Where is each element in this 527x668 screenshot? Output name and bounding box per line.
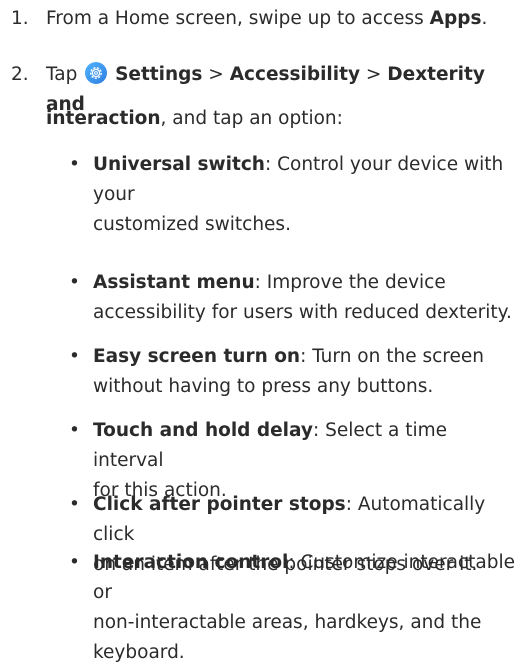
bullet-icon: • (69, 154, 80, 175)
option-text: Universal switch: Control your device wi… (93, 150, 523, 240)
instructions-page: 1. From a Home screen, swipe up to acces… (0, 0, 527, 663)
bullet-icon: • (69, 420, 80, 441)
interaction-label: interaction (46, 108, 161, 129)
bullet-icon: • (69, 552, 80, 573)
apps-label: Apps (429, 8, 482, 29)
option-desc: : Improve the device (254, 272, 446, 293)
option-text: Assistant menu: Improve the device access… (93, 268, 523, 328)
option-desc: customized switches. (93, 214, 291, 235)
option-title: Universal switch (93, 154, 265, 175)
option-title: Touch and hold delay (93, 420, 313, 441)
option-desc: : Turn on the screen (300, 346, 484, 367)
accessibility-label: Accessibility (229, 64, 361, 85)
option-title: Interaction control (93, 552, 289, 573)
option-text: Easy screen turn on: Turn on the screen w… (93, 342, 523, 402)
option-desc: accessibility for users with reduced dex… (93, 302, 512, 323)
option-desc: keyboard. (93, 642, 185, 663)
step-2-tail: , and tap an option: (160, 108, 343, 129)
step-1-period: . (481, 8, 488, 29)
bullet-icon: • (69, 272, 80, 293)
step-1-text: From a Home screen, swipe up to access (46, 8, 430, 29)
step-number: 2. (11, 64, 29, 85)
settings-gear-icon (85, 62, 108, 84)
bullet-icon: • (69, 346, 80, 367)
option-text: Interaction control: Customize interacta… (93, 548, 523, 668)
tap-text: Tap (46, 64, 84, 85)
step-2-line-2: interaction, and tap an option: (46, 104, 518, 134)
option-desc: without having to press any buttons. (93, 376, 434, 397)
step-text: From a Home screen, swipe up to access A… (46, 4, 518, 34)
bullet-icon: • (69, 494, 80, 515)
option-title: Easy screen turn on (93, 346, 301, 367)
option-desc: non-interactable areas, hardkeys, and th… (93, 612, 482, 633)
separator: > (360, 64, 388, 85)
settings-label: Settings (115, 64, 203, 85)
option-title: Assistant menu (93, 272, 255, 293)
step-number: 1. (11, 8, 29, 29)
separator: > (202, 64, 230, 85)
option-title: Click after pointer stops (93, 494, 346, 515)
